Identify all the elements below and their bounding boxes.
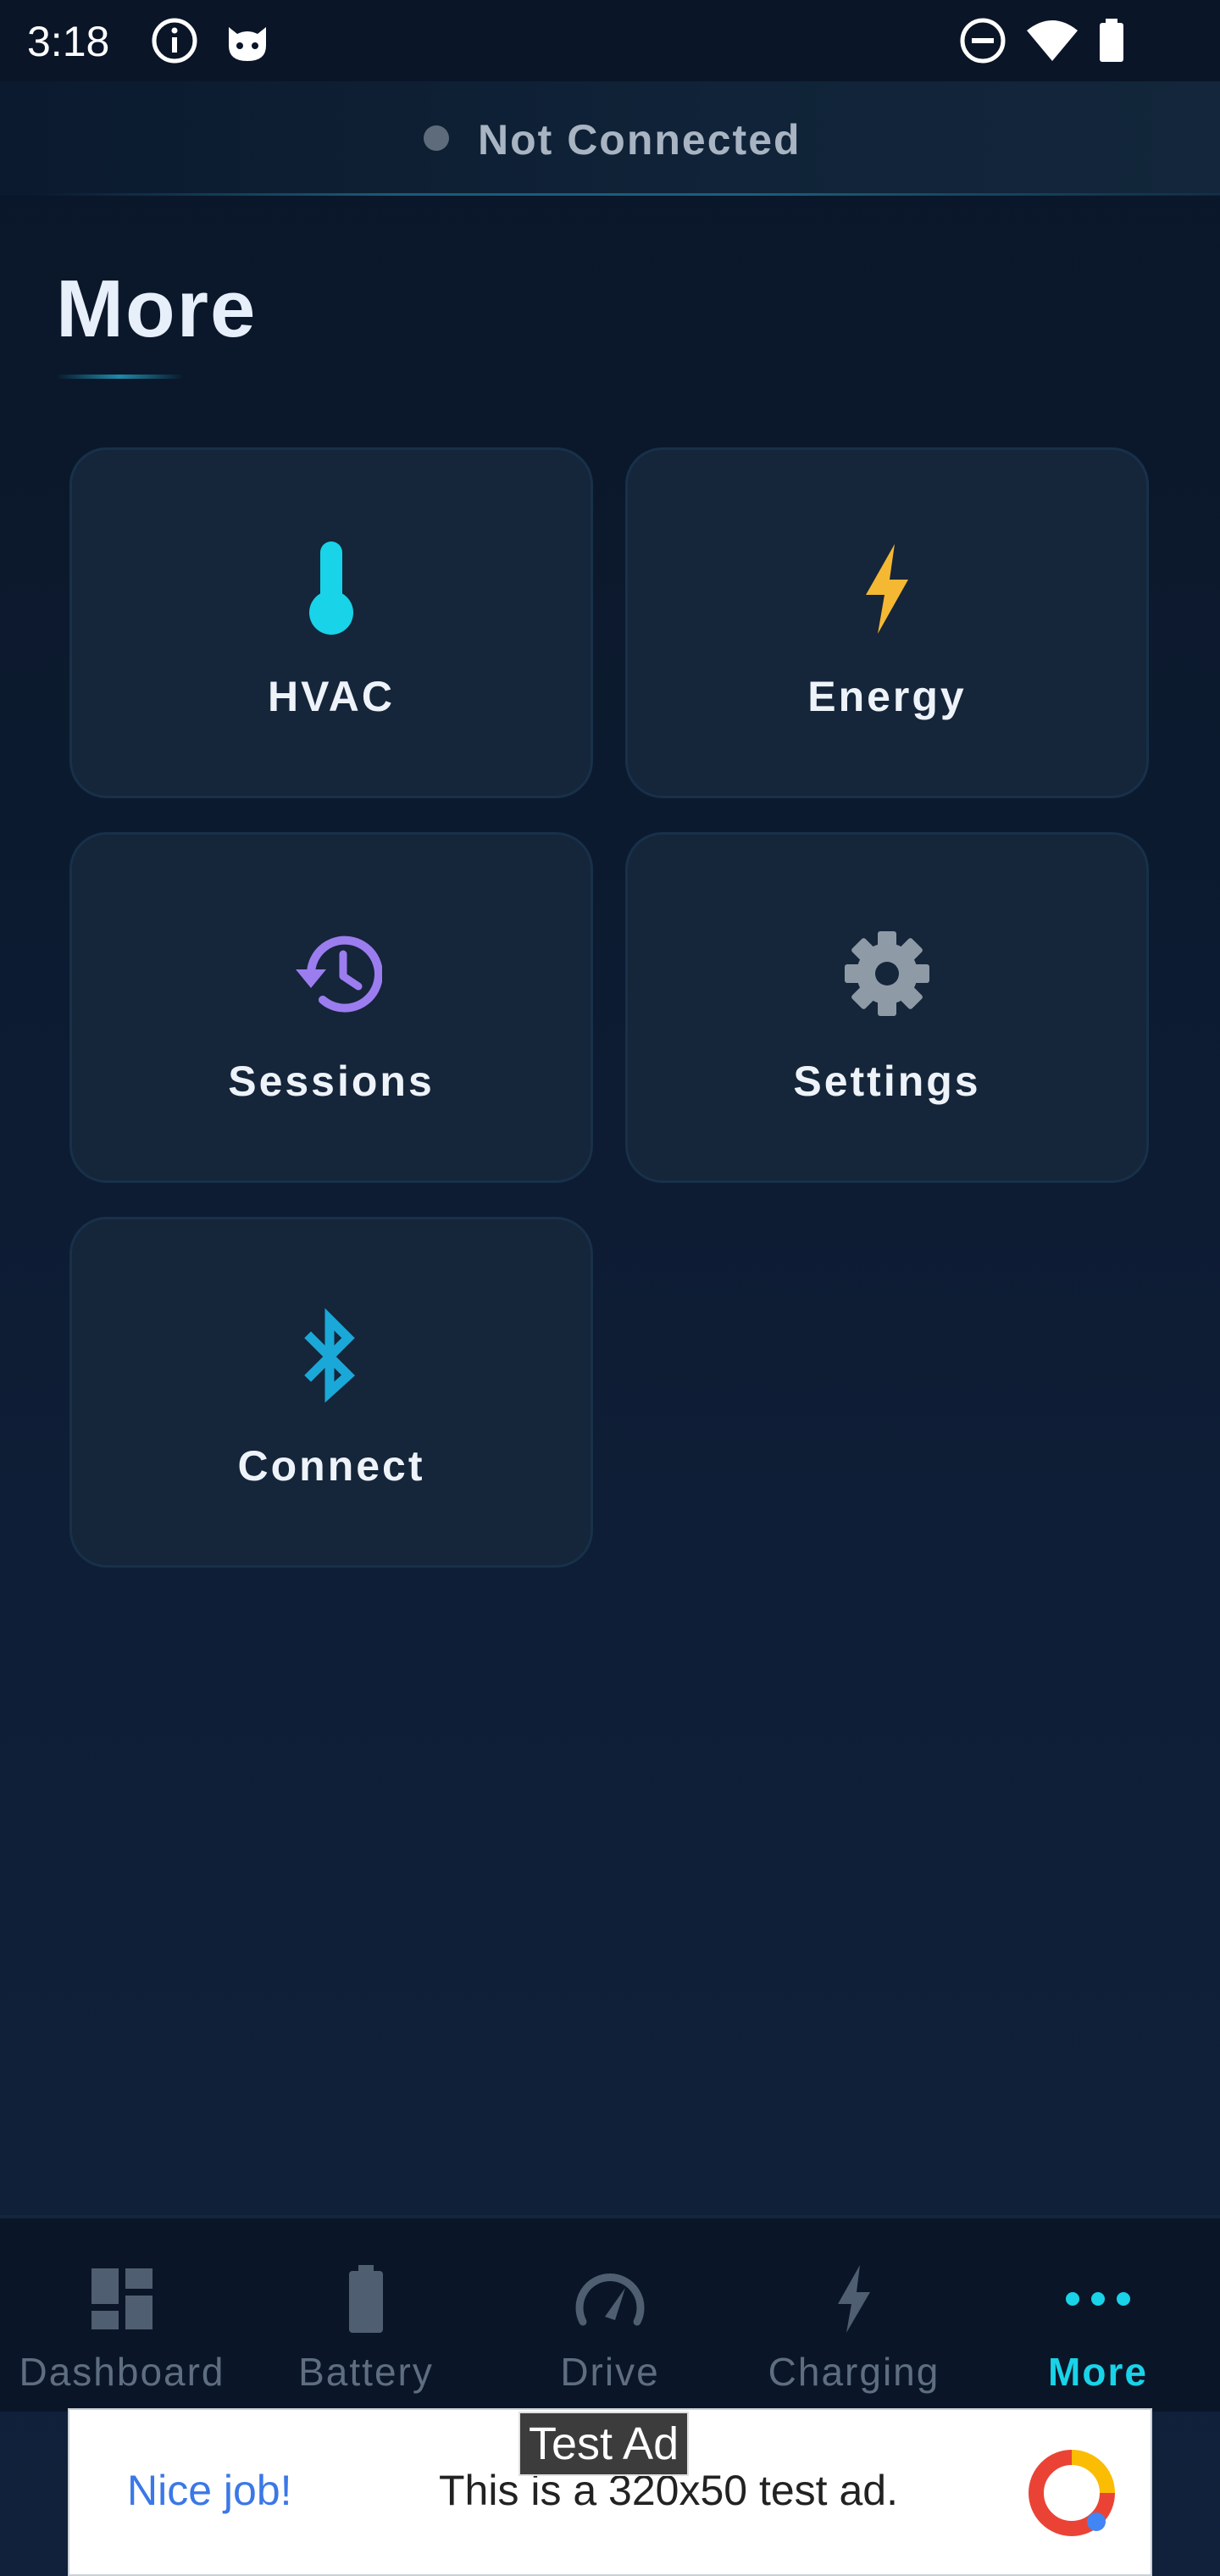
battery-icon bbox=[244, 2252, 488, 2346]
tile-label: Sessions bbox=[228, 1058, 435, 1105]
thermometer-icon bbox=[72, 538, 591, 640]
nav-label: Charging bbox=[768, 2350, 940, 2394]
tile-label: HVAC bbox=[268, 673, 395, 720]
tile-settings[interactable]: Settings bbox=[625, 832, 1149, 1183]
wifi-icon bbox=[1025, 15, 1079, 70]
tile-energy[interactable]: Energy bbox=[625, 447, 1149, 798]
bluetooth-icon bbox=[72, 1307, 591, 1409]
connection-divider bbox=[34, 193, 1220, 196]
bottom-nav: Dashboard Battery Drive Charging More bbox=[0, 2215, 1220, 2412]
status-bar: 3:18 bbox=[0, 0, 1220, 81]
nav-label: Dashboard bbox=[19, 2350, 225, 2394]
nav-item-more[interactable]: More bbox=[976, 2218, 1220, 2412]
history-clock-icon bbox=[72, 923, 591, 1024]
connection-status-text: Not Connected bbox=[478, 116, 801, 164]
nav-item-drive[interactable]: Drive bbox=[488, 2218, 732, 2412]
title-underline bbox=[56, 375, 183, 379]
more-dots-icon bbox=[976, 2252, 1220, 2346]
tile-connect[interactable]: Connect bbox=[69, 1217, 593, 1568]
lightning-bolt-icon bbox=[732, 2252, 976, 2346]
info-icon bbox=[149, 15, 200, 70]
nav-label: More bbox=[1048, 2350, 1148, 2394]
nav-label: Battery bbox=[298, 2350, 434, 2394]
nav-item-dashboard[interactable]: Dashboard bbox=[0, 2218, 244, 2412]
do-not-disturb-icon bbox=[957, 15, 1008, 70]
connection-status-dot bbox=[424, 125, 449, 151]
ad-logo-icon[interactable] bbox=[1025, 2447, 1118, 2545]
ad-tag: Test Ad bbox=[518, 2412, 690, 2476]
status-time: 3:18 bbox=[27, 18, 110, 65]
tile-label: Settings bbox=[793, 1058, 981, 1105]
tile-label: Energy bbox=[807, 673, 967, 720]
nav-label: Drive bbox=[560, 2350, 660, 2394]
speedometer-icon bbox=[488, 2252, 732, 2346]
battery-icon bbox=[1095, 15, 1128, 70]
nav-item-charging[interactable]: Charging bbox=[732, 2218, 976, 2412]
tile-hvac[interactable]: HVAC bbox=[69, 447, 593, 798]
ad-headline[interactable]: Nice job! bbox=[127, 2466, 292, 2515]
tile-label: Connect bbox=[237, 1442, 425, 1490]
cat-face-icon bbox=[222, 15, 273, 70]
dashboard-icon bbox=[0, 2252, 244, 2346]
page-title: More bbox=[56, 264, 258, 354]
tile-sessions[interactable]: Sessions bbox=[69, 832, 593, 1183]
gear-icon bbox=[628, 923, 1146, 1024]
nav-item-battery[interactable]: Battery bbox=[244, 2218, 488, 2412]
lightning-bolt-icon bbox=[628, 538, 1146, 640]
